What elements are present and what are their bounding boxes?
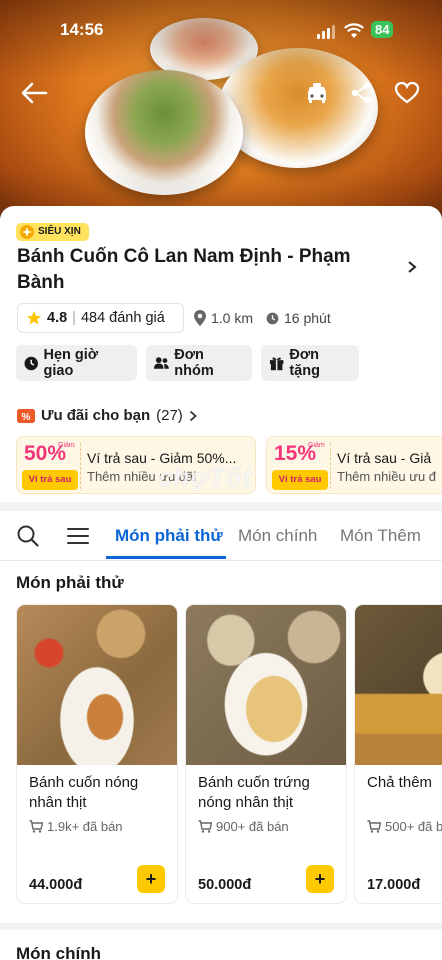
menu-list-icon[interactable] — [67, 527, 89, 545]
store-info-card: SIÊU XỊN Bánh Cuốn Cô Lan Nam Định - Phạ… — [0, 206, 442, 502]
voucher-wallet-label: Ví trả sau — [22, 470, 78, 490]
offers-header[interactable]: % Ưu đãi cho bạn (27) — [17, 407, 197, 424]
cart-icon — [29, 820, 43, 833]
voucher-wallet-label: Ví trả sau — [272, 470, 328, 490]
sold-label: 900+ đã bán — [216, 819, 289, 834]
product-name: Bánh cuốn nóng nhân thịt — [29, 774, 139, 811]
product-sold-count: 900+ đã bán — [198, 819, 289, 834]
back-button[interactable] — [19, 78, 49, 108]
voucher-logo: 15% Giảm Ví trả sau — [270, 440, 328, 490]
section-title: Món chính — [16, 944, 101, 960]
search-icon[interactable] — [17, 525, 39, 547]
car-icon — [308, 83, 326, 103]
offers-count: (27) — [156, 407, 183, 424]
section-title: Món phải thử — [16, 573, 124, 592]
signal-icon — [317, 25, 335, 39]
voucher-title: Ví trả sau - Giả — [337, 450, 432, 466]
sparkle-icon — [20, 225, 34, 239]
delivery-time-info: 16 phút — [266, 310, 331, 326]
product-sold-count: 500+ đã b — [367, 819, 442, 834]
status-bar: 14:56 84 — [0, 20, 442, 42]
review-count: 484 đánh giá — [80, 310, 165, 326]
product-card[interactable]: Bánh cuốn trứng nóng nhân thịt 900+ đã b… — [186, 605, 346, 903]
rating-separator: | — [72, 310, 76, 326]
store-name: Bánh Cuốn Cô Lan Nam Định - Phạm Bành — [17, 246, 351, 293]
share-button[interactable] — [346, 78, 376, 108]
plus-icon: + — [314, 868, 326, 889]
sold-label: 1.9k+ đã bán — [47, 819, 123, 834]
voucher-discount-label: Giảm — [58, 442, 75, 449]
chevron-right-icon — [189, 410, 197, 421]
group-icon — [154, 357, 169, 369]
tab-main-dishes[interactable]: Món chính — [238, 526, 317, 546]
star-icon — [26, 311, 42, 325]
add-to-cart-button[interactable]: + — [306, 865, 334, 893]
rating-summary[interactable]: 4.8 | 484 đánh giá — [17, 303, 184, 333]
add-to-cart-button[interactable]: + — [137, 865, 165, 893]
sold-label: 500+ đã b — [385, 819, 442, 834]
must-try-section: Món phải thử Bánh cuốn nóng nhân thịt 1.… — [0, 561, 442, 923]
clock-icon — [24, 356, 38, 370]
share-icon — [351, 82, 371, 104]
product-name: Bánh cuốn trứng nóng nhân thịt — [198, 774, 310, 811]
plus-icon: + — [145, 868, 157, 889]
distance-info: 1.0 km — [194, 310, 253, 326]
cart-icon — [367, 820, 381, 833]
favorite-button[interactable] — [392, 78, 422, 108]
delivery-vehicle-button[interactable] — [302, 78, 332, 108]
distance-value: 1.0 km — [211, 310, 254, 326]
status-time: 14:56 — [60, 20, 104, 39]
gift-icon — [269, 357, 284, 371]
product-image — [355, 605, 442, 765]
tab-extras[interactable]: Món Thêm — [340, 526, 421, 546]
voucher-icon: % — [17, 408, 35, 423]
rating-score: 4.8 — [47, 310, 68, 326]
wifi-icon — [344, 23, 364, 44]
store-page: 14:56 84 SIÊU XỊN Bánh Cuốn Cô Lan Nam Đ… — [0, 0, 442, 960]
voucher-logo: 50% Giảm Ví trả sau — [20, 440, 78, 490]
chevron-right-icon[interactable] — [407, 260, 417, 274]
active-tab-indicator — [106, 556, 226, 559]
voucher-card[interactable]: 15% Giảm Ví trả sau Ví trả sau - Giả Thê… — [266, 436, 442, 494]
menu-tab-bar: Món phải thử Món chính Món Thêm — [0, 511, 442, 561]
svg-text:%: % — [22, 412, 31, 423]
heart-icon — [394, 81, 420, 104]
product-price: 50.000đ — [198, 877, 252, 893]
schedule-delivery-button[interactable]: Hẹn giờ giao — [16, 345, 137, 381]
cart-icon — [198, 820, 212, 833]
product-sold-count: 1.9k+ đã bán — [29, 819, 123, 834]
main-dishes-section: Món chính — [0, 930, 442, 960]
premium-badge: SIÊU XỊN — [16, 223, 89, 241]
product-image — [17, 605, 177, 765]
watermark: chợTốt — [158, 462, 253, 492]
product-card[interactable]: Bánh cuốn nóng nhân thịt 1.9k+ đã bán 44… — [17, 605, 177, 903]
product-price: 17.000đ — [367, 877, 421, 893]
badge-label: SIÊU XỊN — [38, 226, 81, 237]
voucher-divider — [80, 443, 81, 489]
battery-indicator: 84 — [371, 21, 394, 38]
offers-title: Ưu đãi cho bạn — [41, 407, 151, 424]
clock-icon — [266, 312, 279, 324]
voucher-divider — [330, 443, 331, 489]
voucher-subtitle: Thêm nhiều ưu đ — [337, 469, 437, 484]
voucher-discount-label: Giảm — [308, 442, 325, 449]
location-pin-icon — [194, 310, 206, 326]
gift-order-label: Đơn tặng — [289, 347, 320, 379]
schedule-delivery-label: Hẹn giờ giao — [43, 347, 99, 379]
group-order-label: Đơn nhóm — [174, 347, 214, 379]
product-card[interactable]: Chả thêm 500+ đã b 17.000đ — [355, 605, 442, 903]
gift-order-button[interactable]: Đơn tặng — [261, 345, 359, 381]
group-order-button[interactable]: Đơn nhóm — [146, 345, 252, 381]
product-image — [186, 605, 346, 765]
product-name: Chả thêm — [367, 774, 433, 791]
product-price: 44.000đ — [29, 877, 83, 893]
back-arrow-icon — [21, 82, 48, 104]
tab-must-try[interactable]: Món phải thử — [115, 526, 223, 546]
delivery-time-value: 16 phút — [284, 310, 331, 326]
